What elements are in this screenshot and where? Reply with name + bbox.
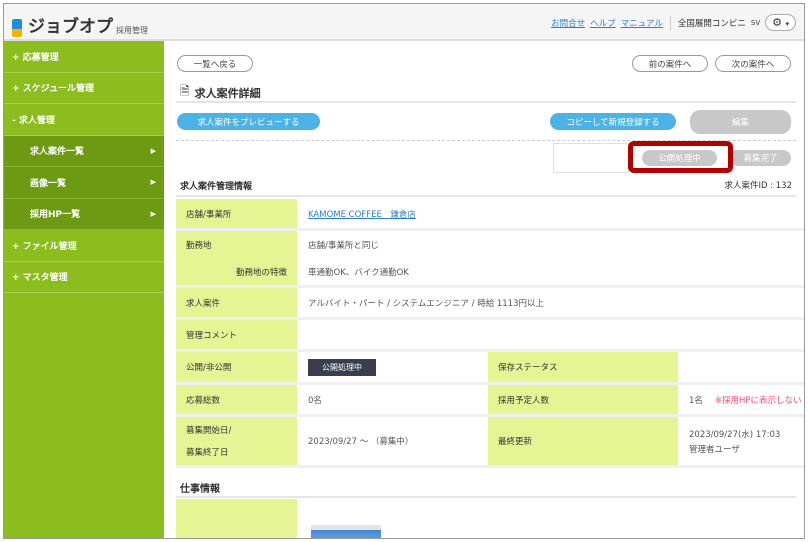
- logo-icon: [12, 19, 22, 37]
- contact-link[interactable]: お問合せ: [551, 17, 585, 29]
- field-value: アルバイト・パート / システムエンジニア / 時給 1113円以上: [308, 298, 545, 309]
- table-row: 求人案件 アルバイト・パート / システムエンジニア / 時給 1113円以上: [176, 288, 804, 320]
- status-badge: 公開処理中: [308, 358, 376, 376]
- prev-job-button[interactable]: 前の案件へ: [632, 55, 708, 72]
- field-value: 2023/09/27 ～ （募集中）: [308, 437, 414, 447]
- header: ジョブオプ 採用管理 お問合せ ヘルプ マニュアル 全国展開コンビニ SV ⚙ …: [4, 4, 804, 41]
- sidebar-item-jobs[interactable]: - 求人管理: [4, 104, 164, 136]
- sidebar-item-schedule[interactable]: + スケジュール管理: [4, 73, 164, 104]
- empty-box: [553, 143, 629, 173]
- divider: [176, 195, 796, 197]
- company-name: 全国展開コンビニ: [677, 18, 746, 29]
- page-title: 🗎 求人案件詳細: [180, 82, 261, 103]
- settings-dropdown[interactable]: ⚙ ▾: [765, 14, 796, 31]
- field-value: 管理者ユーザ: [689, 444, 740, 455]
- edit-button[interactable]: 編集: [690, 110, 791, 134]
- sidebar-item-job-list[interactable]: 求人案件一覧 ▶: [4, 135, 164, 167]
- field-label: 求人案件: [176, 288, 297, 317]
- warning-note: ※採用HPに表示しない: [714, 395, 802, 406]
- sidebar-item-images[interactable]: 画像一覧 ▶: [4, 167, 164, 199]
- table-row: 公開/非公開 公開処理中 保存ステータス: [176, 352, 804, 385]
- chevron-right-icon: ▶: [150, 178, 156, 187]
- table-row: 勤務地 勤務地の特徴 店舗/事業所と同じ 車通勤OK、バイク通勤OK: [176, 231, 804, 288]
- field-label: 採用予定人数: [488, 385, 678, 414]
- field-label: 公開/非公開: [176, 352, 297, 382]
- store-link[interactable]: KAMOME COFFEE 鎌倉店: [308, 208, 416, 220]
- close-recruitment-button[interactable]: 募集完了: [730, 150, 791, 166]
- sidebar-item-label: + マスタ管理: [12, 273, 68, 284]
- field-label: 管理コメント: [176, 320, 297, 349]
- sidebar-item-files[interactable]: + ファイル管理: [4, 230, 164, 262]
- field-label: 保存ステータス: [488, 352, 678, 382]
- sidebar-item-label: + ファイル管理: [12, 241, 77, 252]
- sidebar-item-recruit-hp[interactable]: 採用HP一覧 ▶: [4, 198, 164, 230]
- table-row: 管理コメント: [176, 320, 804, 352]
- highlight-annotation: [628, 141, 733, 173]
- sidebar-item-label: - 求人管理: [12, 115, 55, 126]
- copy-new-button[interactable]: コピーして新規登録する: [550, 113, 676, 130]
- chevron-down-icon: ▾: [785, 20, 789, 28]
- preview-button[interactable]: 求人案件をプレビューする: [177, 113, 320, 130]
- sidebar-item-applications[interactable]: + 応募管理: [4, 41, 164, 73]
- sidebar-item-label: + スケジュール管理: [12, 84, 95, 95]
- next-job-button[interactable]: 次の案件へ: [715, 55, 791, 72]
- page-title-text: 求人案件詳細: [194, 86, 261, 100]
- table-row: 応募総数 0名 採用予定人数 1名 ※採用HPに表示しない: [176, 385, 804, 417]
- document-icon: 🗎: [180, 84, 190, 98]
- main-content: 一覧へ戻る 前の案件へ 次の案件へ 🗎 求人案件詳細 求人案件をプレビューする コ…: [176, 41, 804, 538]
- header-links: お問合せ ヘルプ マニュアル 全国展開コンビニ SV ⚙ ▾: [551, 14, 796, 31]
- user-name: SV: [750, 18, 761, 27]
- field-label: 募集終了日: [186, 448, 229, 458]
- logo-subtitle: 採用管理: [116, 26, 148, 35]
- logo-text: ジョブオプ: [28, 17, 113, 37]
- field-label: 店舗/事業所: [176, 199, 297, 228]
- field-value: 1名: [689, 395, 703, 406]
- field-value: [297, 320, 308, 349]
- chevron-right-icon: ▶: [150, 209, 156, 218]
- back-to-list-button[interactable]: 一覧へ戻る: [177, 55, 253, 72]
- sidebar-item-label: 求人案件一覧: [30, 147, 85, 158]
- sidebar-item-label: 画像一覧: [30, 178, 67, 189]
- table-row: 店舗/事業所 KAMOME COFFEE 鎌倉店: [176, 199, 804, 231]
- sidebar: + 応募管理 + スケジュール管理 - 求人管理 求人案件一覧 ▶ 画像一覧 ▶ 採…: [4, 41, 164, 538]
- divider: [176, 496, 796, 498]
- field-value: 2023/09/27(水) 17:03: [689, 429, 781, 440]
- field-label: 募集開始日/: [186, 426, 232, 436]
- sidebar-item-master[interactable]: + マスタ管理: [4, 262, 164, 293]
- sidebar-item-label: 採用HP一覧: [30, 210, 81, 221]
- app-window: ジョブオプ 採用管理 お問合せ ヘルプ マニュアル 全国展開コンビニ SV ⚙ …: [3, 3, 805, 539]
- divider: [669, 15, 671, 30]
- field-value: 店舗/事業所と同じ: [308, 240, 379, 251]
- manual-link[interactable]: マニュアル: [621, 17, 663, 29]
- help-link[interactable]: ヘルプ: [590, 17, 616, 29]
- logo[interactable]: ジョブオプ 採用管理: [12, 12, 148, 37]
- field-value: [678, 352, 689, 382]
- job-id: 求人案件ID : 132: [724, 181, 792, 191]
- field-label: 最終更新: [488, 417, 678, 465]
- job-image-thumbnail[interactable]: [311, 525, 381, 538]
- chevron-right-icon: ▶: [150, 146, 156, 155]
- section-title: 仕事情報: [180, 484, 220, 495]
- field-value: 0名: [308, 395, 322, 406]
- field-value: 車通勤OK、バイク通勤OK: [308, 267, 409, 278]
- field-label: 勤務地の特徴: [235, 267, 287, 278]
- field-label: 勤務地: [186, 240, 212, 251]
- section-title: 求人案件管理情報: [180, 182, 253, 192]
- table-row: 募集開始日/ 募集終了日 2023/09/27 ～ （募集中） 最終更新 202…: [176, 417, 804, 468]
- field-label: [176, 499, 297, 538]
- table-row: [176, 499, 804, 538]
- field-label: 応募総数: [176, 385, 297, 414]
- divider: [176, 101, 796, 103]
- gear-icon: ⚙: [772, 16, 782, 29]
- sidebar-item-label: + 応募管理: [12, 52, 59, 63]
